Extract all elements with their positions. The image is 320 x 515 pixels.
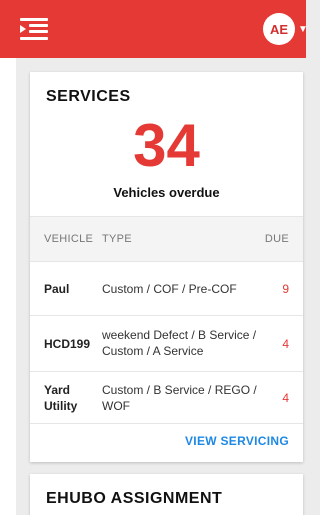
top-app-bar: AE ▼ — [0, 0, 306, 58]
row-due: 4 — [282, 391, 289, 405]
table-row[interactable]: Paul Custom / COF / Pre-COF 9 — [30, 262, 303, 316]
column-header-vehicle: VEHICLE — [44, 233, 94, 245]
table-header: VEHICLE TYPE DUE — [30, 216, 303, 262]
chevron-down-icon[interactable]: ▼ — [298, 24, 306, 35]
row-due: 4 — [282, 337, 289, 351]
row-due: 9 — [282, 282, 289, 296]
services-card: SERVICES 34 Vehicles overdue VEHICLE TYP… — [30, 72, 303, 462]
row-type: Custom / COF / Pre-COF — [102, 282, 237, 296]
row-vehicle: Yard Utility — [44, 383, 78, 413]
table-row[interactable]: HCD199 weekend Defect / B Service / Cust… — [30, 316, 303, 372]
avatar[interactable]: AE — [263, 13, 295, 45]
view-servicing-link[interactable]: VIEW SERVICING — [185, 434, 289, 448]
row-vehicle: HCD199 — [44, 337, 91, 351]
column-header-due: DUE — [264, 233, 289, 245]
row-vehicle: Paul — [44, 282, 70, 296]
overdue-count: 34 — [133, 112, 200, 179]
overdue-caption: Vehicles overdue — [113, 185, 220, 200]
left-gutter — [0, 0, 16, 515]
row-type: weekend Defect / B Service / Custom / A … — [102, 328, 257, 358]
table-row[interactable]: Yard Utility Custom / B Service / REGO /… — [30, 372, 303, 424]
menu-collapse-icon[interactable] — [20, 18, 48, 40]
row-type: Custom / B Service / REGO / WOF — [102, 383, 257, 413]
ehubo-title: EHUBO ASSIGNMENT — [46, 490, 223, 507]
column-header-type: TYPE — [102, 233, 132, 245]
ehubo-assignment-card: EHUBO ASSIGNMENT — [30, 474, 303, 515]
user-menu[interactable]: AE ▼ — [263, 0, 306, 58]
services-title: SERVICES — [46, 88, 131, 105]
